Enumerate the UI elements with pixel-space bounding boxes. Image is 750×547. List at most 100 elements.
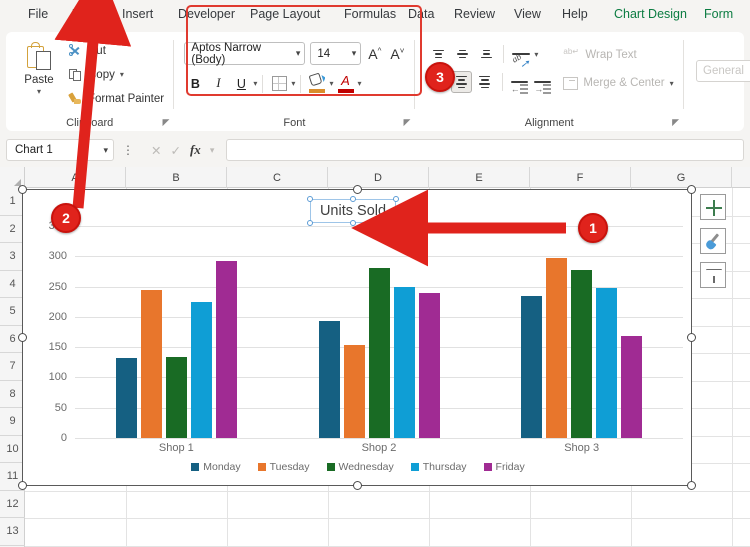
legend-item-wednesday[interactable]: Wednesday xyxy=(327,461,394,473)
bar-friday-shop-1[interactable] xyxy=(216,261,237,438)
bar-friday-shop-3[interactable] xyxy=(621,336,642,438)
font-size-chevron-down-icon[interactable]: ▾ xyxy=(352,48,357,59)
ribbon-tab-page-layout[interactable]: Page Layout xyxy=(240,3,330,27)
underline-chevron-down-icon[interactable]: ▾ xyxy=(253,80,257,87)
bar-wednesday-shop-1[interactable] xyxy=(166,357,187,438)
clipboard-dialog-launcher[interactable]: ◤ xyxy=(162,117,169,128)
legend-item-monday[interactable]: Monday xyxy=(191,461,240,473)
align-middle-button[interactable] xyxy=(451,43,473,65)
insert-function-icon[interactable]: fx xyxy=(190,142,201,158)
bar-friday-shop-2[interactable] xyxy=(419,293,440,438)
chart-resize-handle[interactable] xyxy=(18,481,27,490)
bar-monday-shop-2[interactable] xyxy=(319,321,340,438)
ribbon-tab-home[interactable]: Home xyxy=(62,3,117,27)
chart-object[interactable]: Units Sold 050100150200250300350 Shop 1S… xyxy=(22,189,692,486)
bar-thursday-shop-3[interactable] xyxy=(596,288,617,438)
bar-tuesday-shop-2[interactable] xyxy=(344,345,365,438)
font-name-input[interactable]: Aptos Narrow (Body) ▾ xyxy=(184,42,305,65)
merge-chevron-down-icon[interactable]: ▾ xyxy=(670,80,674,87)
align-top-button[interactable] xyxy=(427,43,449,65)
chart-resize-handle[interactable] xyxy=(687,333,696,342)
bar-wednesday-shop-3[interactable] xyxy=(571,270,592,438)
column-header-F[interactable]: F xyxy=(530,167,631,188)
orientation-button[interactable]: ab➚ xyxy=(510,43,532,65)
chart-resize-handle[interactable] xyxy=(353,481,362,490)
merge-center-button[interactable]: Merge & Center ▾ xyxy=(563,72,673,94)
ribbon-tab-developer[interactable]: Developer xyxy=(168,3,245,27)
increase-font-size-button[interactable]: A^ xyxy=(366,46,383,62)
bar-monday-shop-3[interactable] xyxy=(521,296,542,438)
chart-legend[interactable]: Monday Tuesday Wednesday Thursday Friday xyxy=(23,458,693,476)
bar-wednesday-shop-2[interactable] xyxy=(369,268,390,438)
chart-styles-button[interactable] xyxy=(700,228,726,254)
ribbon-tab-view[interactable]: View xyxy=(504,3,551,27)
decrease-font-size-button[interactable]: A˅ xyxy=(388,46,406,62)
row-header-12[interactable]: 12 xyxy=(0,491,25,519)
number-format-select[interactable]: General xyxy=(696,60,750,82)
formula-input[interactable] xyxy=(226,139,744,161)
name-box-chevron-down-icon[interactable]: ▾ xyxy=(103,145,108,156)
chart-resize-handle[interactable] xyxy=(18,185,27,194)
formula-bar-more-button[interactable]: ⋮ xyxy=(118,143,139,157)
bar-thursday-shop-1[interactable] xyxy=(191,302,212,438)
column-header-A[interactable]: A xyxy=(25,167,126,188)
title-handle[interactable] xyxy=(393,196,399,202)
ribbon-tab-insert[interactable]: Insert xyxy=(112,3,163,27)
cancel-formula-icon[interactable]: ✕ xyxy=(151,143,161,158)
chart-resize-handle[interactable] xyxy=(18,333,27,342)
ribbon-tab-help[interactable]: Help xyxy=(552,3,598,27)
underline-button[interactable]: U xyxy=(230,73,252,95)
name-box[interactable]: Chart 1 ▾ xyxy=(6,139,114,161)
ribbon-tab-chart-design[interactable]: Chart Design xyxy=(604,3,697,27)
paste-button[interactable]: Paste ▾ xyxy=(12,36,66,131)
font-color-button[interactable]: A xyxy=(334,73,356,95)
italic-button[interactable]: I xyxy=(207,73,229,95)
orientation-chevron-down-icon[interactable]: ▾ xyxy=(534,51,538,58)
chart-resize-handle[interactable] xyxy=(687,481,696,490)
confirm-formula-icon[interactable]: ✓ xyxy=(170,143,180,158)
ribbon-tab-formulas[interactable]: Formulas xyxy=(334,3,406,27)
wrap-text-button[interactable]: ab↵ Wrap Text xyxy=(563,44,673,66)
chart-filters-button[interactable] xyxy=(700,262,726,288)
row-header-13[interactable]: 13 xyxy=(0,518,25,546)
ribbon-tab-form[interactable]: Form xyxy=(694,3,743,27)
cut-button[interactable]: Cut xyxy=(66,41,167,60)
bold-button[interactable]: B xyxy=(184,73,206,95)
column-header-E[interactable]: E xyxy=(429,167,530,188)
align-left-button[interactable] xyxy=(427,71,448,93)
bar-tuesday-shop-1[interactable] xyxy=(141,290,162,438)
legend-item-friday[interactable]: Friday xyxy=(484,461,525,473)
alignment-dialog-launcher[interactable]: ◤ xyxy=(672,117,679,128)
increase-indent-button[interactable]: → xyxy=(532,71,553,93)
borders-button[interactable] xyxy=(268,73,290,95)
column-header-D[interactable]: D xyxy=(328,167,429,188)
chart-resize-handle[interactable] xyxy=(353,185,362,194)
font-name-chevron-down-icon[interactable]: ▾ xyxy=(296,48,301,59)
fill-color-chevron-down-icon[interactable]: ▾ xyxy=(329,80,333,87)
chart-title[interactable]: Units Sold xyxy=(310,199,396,223)
copy-button[interactable]: Copy ▾ xyxy=(66,65,167,84)
formula-chevron-down-icon[interactable]: ▾ xyxy=(210,145,215,156)
title-handle[interactable] xyxy=(307,196,313,202)
format-painter-button[interactable]: Format Painter xyxy=(66,89,167,108)
borders-chevron-down-icon[interactable]: ▾ xyxy=(291,80,295,87)
font-color-chevron-down-icon[interactable]: ▾ xyxy=(357,80,361,87)
legend-item-tuesday[interactable]: Tuesday xyxy=(258,461,310,473)
ribbon-tab-review[interactable]: Review xyxy=(444,3,505,27)
bar-monday-shop-1[interactable] xyxy=(116,358,137,438)
paste-dropdown-chevron-icon[interactable]: ▾ xyxy=(37,88,41,95)
title-handle[interactable] xyxy=(350,196,356,202)
legend-item-thursday[interactable]: Thursday xyxy=(411,461,467,473)
font-size-input[interactable]: 14 ▾ xyxy=(310,42,361,65)
ribbon-tab-data[interactable]: Data xyxy=(398,3,444,27)
align-center-button[interactable] xyxy=(451,71,472,93)
decrease-indent-button[interactable]: ← xyxy=(509,71,530,93)
ribbon-tab-file[interactable]: File xyxy=(18,3,58,27)
bar-thursday-shop-2[interactable] xyxy=(394,287,415,438)
copy-dropdown-chevron-icon[interactable]: ▾ xyxy=(120,71,124,78)
column-header-C[interactable]: C xyxy=(227,167,328,188)
align-right-button[interactable] xyxy=(474,71,495,93)
font-dialog-launcher[interactable]: ◤ xyxy=(403,117,410,128)
column-header-G[interactable]: G xyxy=(631,167,732,188)
column-header-B[interactable]: B xyxy=(126,167,227,188)
